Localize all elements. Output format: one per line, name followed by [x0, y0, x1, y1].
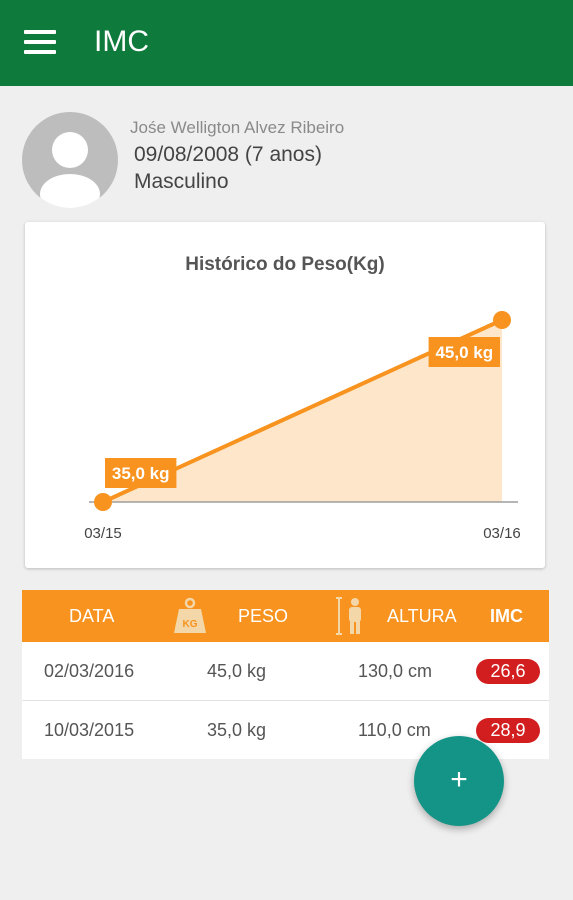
data-label: 35,0 kg [112, 464, 170, 483]
person-placeholder-icon [22, 112, 118, 208]
header-height: ALTURA [387, 606, 457, 626]
weight-history-chart: Histórico do Peso(Kg) 03/15 35,0 kg 03/16 4… [25, 222, 545, 568]
app-title: IMC [94, 25, 149, 58]
data-point [493, 311, 511, 329]
weight-icon-text: KG [183, 619, 198, 630]
x-tick-label: 03/16 [483, 525, 521, 542]
imc-badge: 28,9 [476, 718, 540, 743]
add-icon: + [450, 763, 468, 796]
profile-birth-date: 09/08/2008 (7 anos) [134, 143, 322, 166]
table-row[interactable]: 02/03/2016 45,0 kg 130,0 cm 26,6 [22, 642, 549, 701]
row-date: 02/03/2016 [44, 661, 135, 681]
imc-badge: 26,6 [476, 659, 540, 684]
row-height: 110,0 cm [358, 720, 431, 740]
header-imc: IMC [490, 606, 523, 626]
x-tick-label: 03/15 [84, 525, 122, 542]
header-date: DATA [69, 606, 115, 626]
row-weight: 45,0 kg [207, 661, 267, 681]
add-button[interactable]: + [414, 736, 504, 826]
row-height: 130,0 cm [358, 661, 433, 681]
data-point [94, 493, 112, 511]
header-weight: PESO [238, 606, 289, 626]
row-date: 10/03/2015 [44, 720, 135, 740]
hamburger-menu-icon[interactable] [18, 24, 62, 60]
profile-gender: Masculino [134, 170, 229, 193]
row-weight: 35,0 kg [207, 720, 267, 740]
height-person-icon [336, 597, 361, 635]
app-bar: IMC [0, 0, 573, 86]
profile-name: Jośe Welligton Alvez Ribeiro [130, 118, 345, 137]
weight-kg-icon: KG [174, 597, 206, 633]
table-header: DATA KG PESO ALTURA IMC [22, 590, 549, 642]
data-label: 45,0 kg [435, 343, 493, 362]
chart-canvas: 03/15 35,0 kg 03/16 45,0 kg [84, 311, 521, 542]
